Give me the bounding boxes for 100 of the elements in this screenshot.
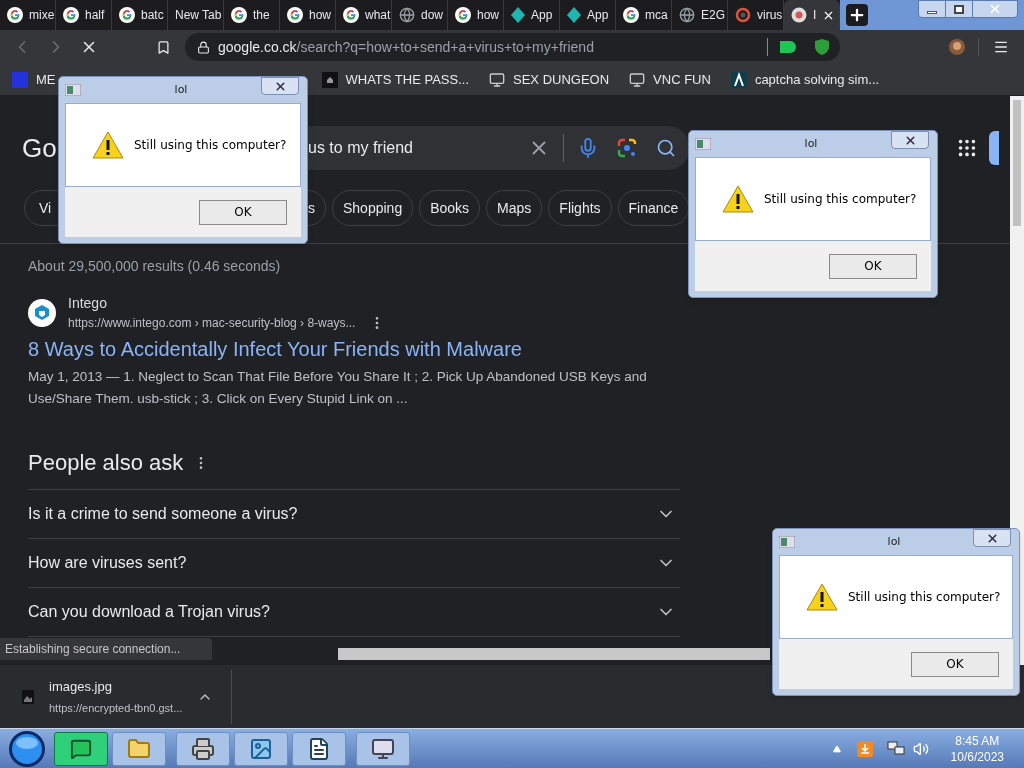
question-row[interactable]: Is it a crime to send someone a virus? (28, 489, 680, 538)
app-icon (695, 138, 711, 150)
close-button[interactable] (891, 131, 929, 149)
volume-icon[interactable] (912, 740, 929, 757)
folder-icon (127, 736, 151, 761)
question-row[interactable]: How are viruses sent? (28, 538, 680, 587)
tab-title: batc (141, 7, 164, 24)
file-name: images.jpg (49, 677, 113, 696)
close-button[interactable] (972, 0, 1018, 18)
search-icon[interactable] (656, 138, 676, 158)
network-icon[interactable] (886, 740, 905, 757)
dialog-title: lol (886, 533, 902, 550)
question-text: Is it a crime to send someone a virus? (28, 504, 298, 524)
maximize-button[interactable] (946, 0, 972, 18)
taskbar-app[interactable] (356, 731, 410, 766)
lens-icon[interactable] (617, 138, 637, 158)
site-name: Intego (68, 294, 108, 313)
bookmark-label: VNC FUN (653, 70, 711, 89)
globe-icon (679, 7, 695, 23)
bookmark-icon (12, 71, 28, 88)
chat-icon[interactable] (778, 39, 796, 55)
warning-icon (722, 185, 754, 213)
minimize-icon (927, 11, 937, 14)
tab-title: dow (421, 7, 443, 24)
maximize-icon (954, 4, 964, 14)
dialog-message: Still using this computer? (134, 137, 287, 154)
tab-title: App (531, 7, 553, 24)
computer-icon (629, 71, 646, 88)
result-url: https://www.intego.com › mac-security-blog › 8-ways... (68, 315, 356, 332)
diamond-icon (567, 7, 581, 23)
google-icon (119, 7, 135, 23)
dialog-title: lol (803, 135, 819, 152)
question-text: Can you download a Trojan virus? (28, 602, 270, 622)
google-icon (455, 7, 471, 23)
clock-date: 10/6/2023 (950, 748, 1004, 765)
bookmark-item[interactable]: VNC FUN (629, 69, 711, 90)
taskbar-app[interactable] (54, 731, 108, 766)
result-snippet: May 1, 2013 — 1. Neglect to Scan That File Before You Share It ; 2. Pick Up Abandoned USB Keys and Use/Share Them. usb-stick ; 3. Click on Every Stupid Link on ... (28, 368, 648, 408)
ok-button[interactable]: OK (911, 651, 999, 677)
warning-icon (806, 583, 838, 611)
bookmark-label: captcha solving sim... (754, 70, 880, 89)
tray-app-icon[interactable] (856, 740, 873, 757)
monitor-icon (371, 736, 395, 761)
question-text: How are viruses sent? (28, 553, 187, 573)
app-icon (779, 536, 795, 548)
tray-arrow-icon[interactable] (832, 744, 841, 753)
bookmark-item[interactable]: WHATS THE PASS... (321, 69, 470, 90)
browser-tab[interactable]: I (784, 0, 840, 30)
scrollbar-thumb[interactable] (1013, 100, 1021, 226)
new-tab-button[interactable] (846, 4, 868, 26)
tab-title: App (587, 7, 609, 24)
url-path: /search?q=how+to+send+a+virus+to+my+friend (296, 37, 594, 57)
bookmark-item[interactable]: ME (12, 69, 56, 90)
address-bar[interactable]: google.co.ck/search?q=how+to+send+a+virus+to+my+friend (185, 33, 840, 61)
computer-icon (489, 71, 506, 88)
picture-icon (249, 736, 273, 761)
file-url: https://encrypted-tbn0.gst... (49, 701, 183, 716)
menu-icon[interactable] (993, 39, 1009, 55)
sign-in-button[interactable] (989, 131, 999, 165)
result-stats: About 29,500,000 results (0.46 seconds) (28, 257, 282, 276)
tab-title: E2G (701, 7, 725, 24)
lock-icon (197, 40, 210, 54)
taskbar-app[interactable] (176, 731, 230, 766)
tab-title: half (85, 7, 105, 24)
diamond-icon (511, 7, 525, 23)
printer-icon (191, 736, 215, 761)
bookmark-icon[interactable] (156, 39, 171, 55)
tab-title: how (309, 7, 331, 24)
app-icon (65, 84, 81, 96)
shield-icon[interactable] (814, 38, 830, 56)
document-icon (307, 736, 331, 761)
tab-title: I (813, 7, 817, 24)
apps-grid-icon[interactable] (956, 137, 978, 159)
start-orb[interactable] (8, 729, 46, 768)
google-icon (343, 7, 359, 23)
taskbar-app[interactable] (292, 731, 346, 766)
ring-icon (735, 7, 751, 23)
file-icon (22, 689, 34, 704)
question-row[interactable]: Can you download a Trojan virus? (28, 587, 680, 636)
google-icon (7, 7, 23, 23)
tab-title: New Tab (175, 7, 222, 24)
bookmark-item[interactable]: captcha solving sim... (730, 69, 880, 90)
result-title[interactable]: 8 Ways to Accidentally Infect Your Friends with Malware (28, 334, 680, 364)
close-button[interactable] (261, 77, 299, 95)
horizontal-scrollbar[interactable] (338, 648, 770, 660)
bookmark-label: SEX DUNGEON (513, 70, 610, 89)
ok-button[interactable]: OK (829, 253, 917, 279)
dialog-title: lol (173, 81, 189, 98)
clock[interactable]: 8:45 AM 10/6/2023 (950, 732, 1004, 765)
bookmark-icon (321, 71, 338, 88)
minimize-button[interactable] (918, 0, 946, 18)
search-field[interactable]: us to my friend (308, 136, 528, 160)
close-button[interactable] (973, 529, 1011, 547)
ok-button[interactable]: OK (199, 199, 287, 225)
chat-icon (70, 737, 92, 760)
close-icon (273, 79, 287, 93)
bookmark-item[interactable]: SEX DUNGEON (489, 69, 610, 90)
avatar-icon[interactable] (949, 39, 965, 55)
tab-title: what (365, 7, 391, 24)
download-item[interactable]: images.jpg https://encrypted-tbn0.gst... (49, 676, 183, 717)
